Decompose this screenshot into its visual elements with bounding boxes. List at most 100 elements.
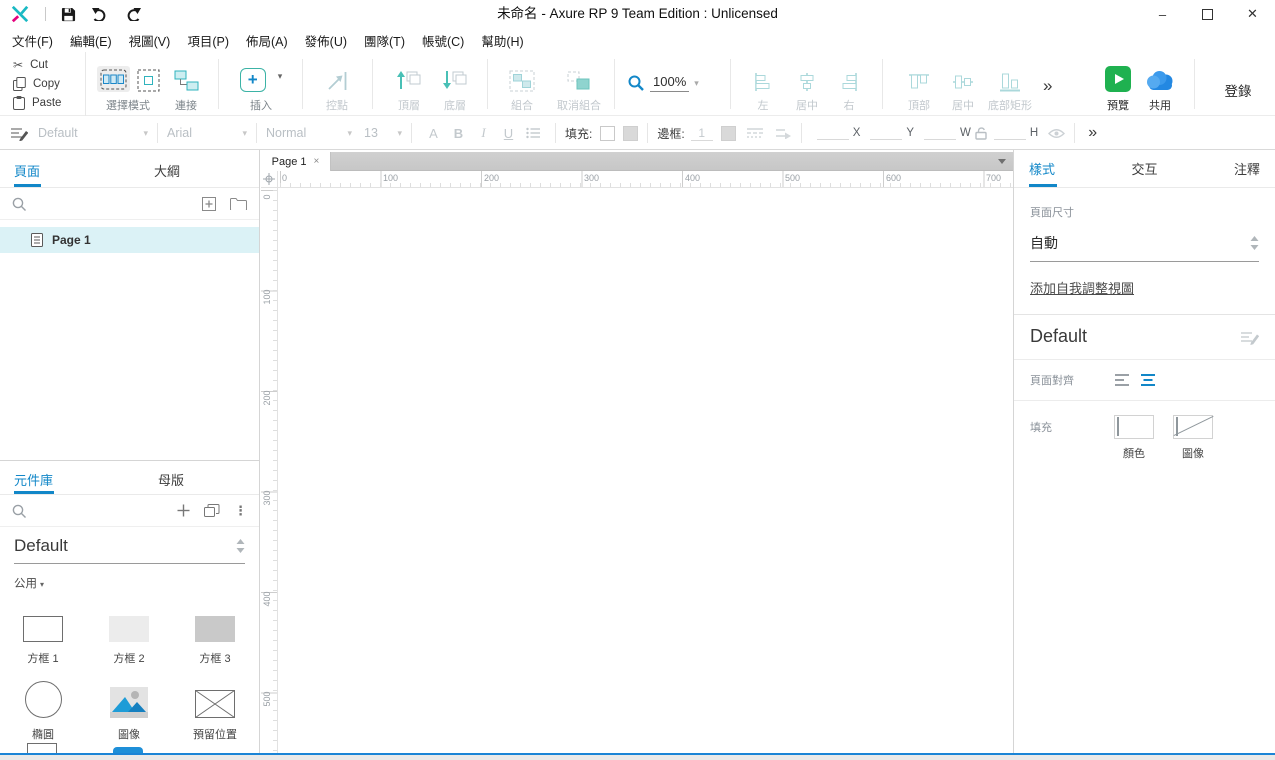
h-ruler-tick: 100 bbox=[383, 173, 398, 183]
canvas-tab-page1[interactable]: Page 1 × bbox=[261, 152, 331, 171]
fill-color-swatch[interactable] bbox=[1114, 415, 1154, 439]
menu-account[interactable]: 帳號(C) bbox=[422, 31, 464, 50]
insert-caret-icon[interactable]: ▾ bbox=[278, 71, 283, 82]
maximize-button[interactable] bbox=[1185, 0, 1230, 28]
zoom-control[interactable]: 100% ▾ bbox=[628, 74, 699, 92]
search-icon[interactable] bbox=[12, 197, 26, 211]
menu-team[interactable]: 團隊(T) bbox=[364, 31, 405, 50]
add-folder-icon[interactable] bbox=[230, 197, 247, 210]
fill-color-option[interactable]: 顏色 bbox=[1114, 415, 1154, 461]
y-field[interactable]: Y bbox=[870, 127, 918, 140]
insert-tool[interactable]: + ▾ 插入 bbox=[228, 61, 294, 113]
widget-ellipse[interactable]: 橢圓 bbox=[0, 671, 86, 747]
menu-view[interactable]: 視圖(V) bbox=[129, 31, 171, 50]
align-left-tool: 左 bbox=[742, 61, 784, 113]
visibility-eye-icon[interactable] bbox=[1048, 128, 1065, 139]
library-select-chevrons-icon bbox=[236, 539, 245, 553]
minimize-button[interactable]: – bbox=[1140, 0, 1185, 28]
border-color-swatch[interactable] bbox=[721, 126, 736, 141]
bullet-list-icon[interactable] bbox=[521, 127, 546, 139]
widget-box1[interactable]: 方框 1 bbox=[0, 595, 86, 671]
connector-icon bbox=[174, 70, 199, 92]
cut-button[interactable]: ✂ Cut bbox=[13, 56, 85, 74]
tab-pages[interactable]: 頁面 bbox=[14, 161, 40, 180]
widget-placeholder[interactable]: 預留位置 bbox=[172, 671, 258, 747]
library-section-header[interactable]: 公用▾ bbox=[14, 575, 245, 591]
add-library-icon[interactable] bbox=[177, 504, 190, 517]
paste-button[interactable]: Paste bbox=[13, 94, 85, 112]
library-more-kebab-icon[interactable]: ⋮ bbox=[234, 503, 247, 519]
h-label: H bbox=[1030, 127, 1038, 139]
ruler-origin-icon[interactable] bbox=[261, 171, 278, 188]
menu-project[interactable]: 項目(P) bbox=[187, 31, 229, 50]
tab-notes[interactable]: 注釋 bbox=[1234, 159, 1260, 178]
tab-close-icon[interactable]: × bbox=[314, 156, 320, 167]
widget-partial-rect-shape[interactable] bbox=[27, 743, 57, 753]
fill-alt-swatch[interactable] bbox=[623, 126, 638, 141]
fill-image-swatch[interactable] bbox=[1173, 415, 1213, 439]
widget-box2[interactable]: 方框 2 bbox=[86, 595, 172, 671]
fill-image-option[interactable]: 圖像 bbox=[1173, 415, 1213, 461]
tab-libraries[interactable]: 元件庫 bbox=[14, 470, 53, 489]
page-list-item[interactable]: Page 1 bbox=[0, 227, 259, 253]
zoom-value[interactable]: 100% bbox=[650, 74, 689, 92]
lock-ratio-icon[interactable] bbox=[975, 126, 988, 140]
add-adaptive-views-link[interactable]: 添加自我調整視圖 bbox=[1030, 278, 1134, 297]
stylebar-overflow-icon[interactable]: » bbox=[1088, 124, 1097, 142]
canvas-area[interactable]: Page 1 × 0 100 200 300 400 500 600 700 0… bbox=[261, 150, 1013, 753]
connect-label: 連接 bbox=[160, 97, 212, 113]
font-size-dropdown[interactable]: 13 ▾ bbox=[364, 126, 402, 140]
add-page-icon[interactable] bbox=[202, 197, 216, 211]
page-size-select[interactable]: 自動 bbox=[1030, 224, 1259, 262]
copy-button[interactable]: Copy bbox=[13, 75, 85, 93]
widget-placeholder-shape bbox=[195, 690, 235, 718]
widget-image[interactable]: 圖像 bbox=[86, 671, 172, 747]
border-width-field[interactable]: 1 bbox=[691, 126, 713, 141]
page-item-label: Page 1 bbox=[52, 233, 91, 247]
arrow-style-icon[interactable] bbox=[774, 127, 792, 139]
line-style-icon[interactable] bbox=[746, 127, 764, 139]
menu-help[interactable]: 幫助(H) bbox=[481, 31, 523, 50]
font-weight-dropdown[interactable]: Normal ▾ bbox=[266, 126, 352, 140]
fill-color-swatch[interactable] bbox=[600, 126, 615, 141]
edit-style-pencil-icon[interactable] bbox=[1240, 329, 1259, 345]
search-icon[interactable] bbox=[12, 504, 26, 518]
menu-edit[interactable]: 編輯(E) bbox=[70, 31, 112, 50]
clipboard-icon bbox=[13, 96, 25, 110]
toolbar-overflow-icon[interactable]: » bbox=[1043, 76, 1052, 96]
page-align-center-icon[interactable] bbox=[1140, 373, 1157, 387]
style-preset-dropdown[interactable]: Default ▾ bbox=[38, 126, 148, 140]
h-field[interactable]: H bbox=[994, 127, 1042, 140]
select-intersect-icon[interactable] bbox=[97, 66, 130, 92]
widget-box3[interactable]: 方框 3 bbox=[172, 595, 258, 671]
tab-masters[interactable]: 母版 bbox=[158, 470, 184, 489]
page-align-left-icon[interactable] bbox=[1114, 373, 1131, 387]
underline-icon[interactable]: U bbox=[496, 126, 521, 141]
tab-style[interactable]: 樣式 bbox=[1029, 159, 1055, 178]
library-select[interactable]: Default bbox=[14, 536, 245, 564]
page-style-name: Default bbox=[1030, 326, 1087, 347]
share-tool[interactable]: 共用 bbox=[1138, 61, 1182, 113]
menu-publish[interactable]: 發佈(U) bbox=[305, 31, 347, 50]
zoom-caret-icon[interactable]: ▾ bbox=[694, 78, 699, 89]
tab-interactions[interactable]: 交互 bbox=[1131, 159, 1157, 178]
h-ruler-tick: 200 bbox=[484, 173, 499, 183]
select-contain-icon[interactable] bbox=[137, 69, 160, 92]
preview-tool[interactable]: 預覽 bbox=[1096, 61, 1140, 113]
font-size-caret-icon: ▾ bbox=[397, 128, 402, 139]
connect-tool[interactable]: 連接 bbox=[160, 61, 212, 113]
tab-list-caret-icon[interactable] bbox=[998, 159, 1006, 164]
sign-in-button[interactable]: 登錄 bbox=[1210, 80, 1266, 100]
font-family-dropdown[interactable]: Arial ▾ bbox=[167, 126, 247, 140]
menu-file[interactable]: 文件(F) bbox=[12, 31, 53, 50]
edit-style-icon[interactable] bbox=[10, 126, 28, 141]
tab-outline[interactable]: 大綱 bbox=[154, 161, 180, 180]
w-field[interactable]: W bbox=[924, 127, 975, 140]
duplicate-library-icon[interactable] bbox=[204, 504, 220, 517]
italic-icon[interactable]: I bbox=[471, 125, 496, 141]
menu-arrange[interactable]: 佈局(A) bbox=[246, 31, 288, 50]
bold-icon[interactable]: B bbox=[446, 126, 471, 141]
x-field[interactable]: X bbox=[817, 127, 865, 140]
close-button[interactable]: ✕ bbox=[1230, 0, 1275, 28]
font-color-icon[interactable]: A bbox=[421, 126, 446, 141]
